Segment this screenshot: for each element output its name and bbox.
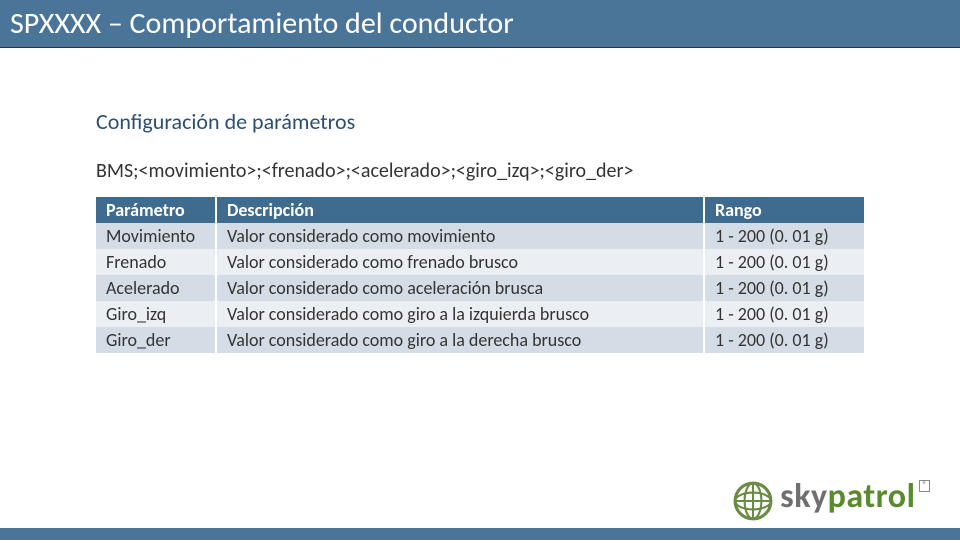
cell-desc: Valor considerado como frenado brusco [216,249,704,275]
cell-range: 1 - 200 (0. 01 g) [704,301,864,327]
cell-desc: Valor considerado como aceleración brusc… [216,275,704,301]
cell-range: 1 - 200 (0. 01 g) [704,223,864,249]
cell-desc: Valor considerado como movimiento [216,223,704,249]
table-row: Movimiento Valor considerado como movimi… [96,223,864,249]
cell-range: 1 - 200 (0. 01 g) [704,327,864,353]
table-row: Acelerado Valor considerado como acelera… [96,275,864,301]
title-bar: SPXXXX – Comportamiento del conductor [0,0,960,48]
table-row: Giro_izq Valor considerado como giro a l… [96,301,864,327]
content-area: Configuración de parámetros BMS;<movimie… [0,48,960,353]
logo: skypatrol ® [732,480,930,522]
table-row: Frenado Valor considerado como frenado b… [96,249,864,275]
globe-icon [732,480,774,522]
cell-param: Frenado [96,249,216,275]
cell-param: Giro_izq [96,301,216,327]
logo-text-pre: sky [780,480,828,514]
section-heading: Configuración de parámetros [96,108,864,135]
table-row: Giro_der Valor considerado como giro a l… [96,327,864,353]
cell-desc: Valor considerado como giro a la izquier… [216,301,704,327]
th-rango: Rango [704,197,864,223]
command-syntax: BMS;<movimiento>;<frenado>;<acelerado>;<… [96,159,864,183]
cell-range: 1 - 200 (0. 01 g) [704,275,864,301]
cell-desc: Valor considerado como giro a la derecha… [216,327,704,353]
th-descripcion: Descripción [216,197,704,223]
logo-text-accent: patrol [828,480,916,514]
logo-text: skypatrol ® [780,480,930,514]
footer-bar [0,528,960,540]
parameters-table: Parámetro Descripción Rango Movimiento V… [96,197,864,353]
table-header-row: Parámetro Descripción Rango [96,197,864,223]
page-title: SPXXXX – Comportamiento del conductor [10,5,514,42]
th-parametro: Parámetro [96,197,216,223]
registered-icon: ® [919,480,930,492]
cell-param: Giro_der [96,327,216,353]
slide: SPXXXX – Comportamiento del conductor Co… [0,0,960,540]
cell-range: 1 - 200 (0. 01 g) [704,249,864,275]
cell-param: Acelerado [96,275,216,301]
cell-param: Movimiento [96,223,216,249]
